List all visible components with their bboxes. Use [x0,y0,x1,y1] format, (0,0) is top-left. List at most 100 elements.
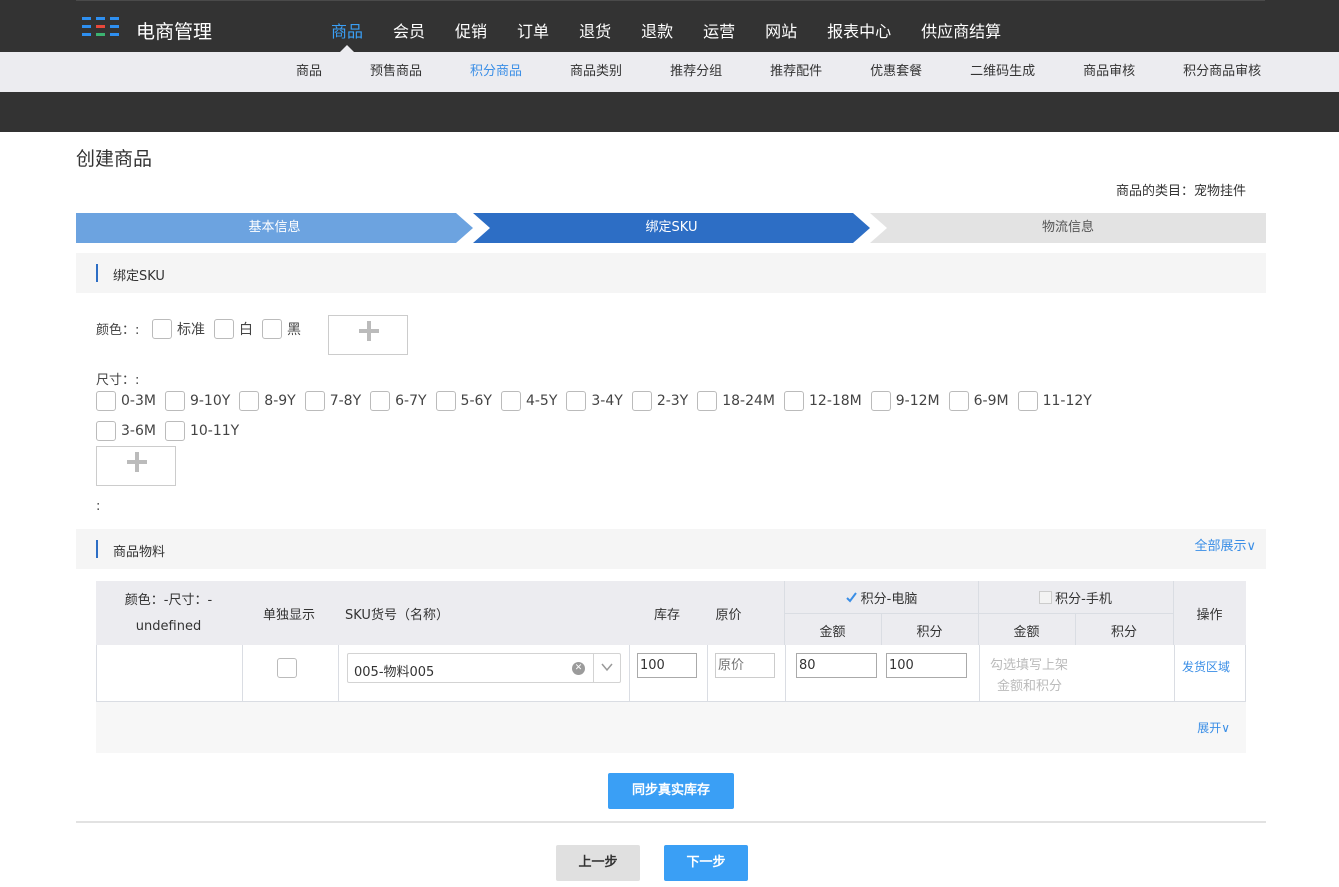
brand-name: 电商管理 [136,21,213,43]
color-options: 标准 白 黑 [152,319,310,339]
trailing-colon-label: : [96,499,101,514]
subnav-item-recommend-accessories[interactable]: 推荐配件 [746,52,846,92]
checkbox[interactable] [1039,591,1053,604]
size-options-row-1: 0-3M 9-10Y 8-9Y 7-8Y 6-7Y 5-6Y 4-5Y 3-4Y… [96,391,1101,411]
next-step-button[interactable]: 下一步 [664,845,748,881]
nav-item-members[interactable]: 会员 [378,0,440,52]
size-option[interactable]: 7-8Y [304,391,361,411]
nav-item-returns[interactable]: 退货 [564,0,626,52]
header-mobile-group: 积分-手机 [978,588,1173,607]
size-option[interactable]: 6-7Y [370,391,427,411]
section-accent-bar [96,264,98,282]
subnav-item-product-review[interactable]: 商品审核 [1059,52,1159,92]
subnav-item-points-review[interactable]: 积分商品审核 [1159,52,1285,92]
stock-input[interactable] [637,653,697,678]
checkbox[interactable] [262,319,282,339]
size-option[interactable]: 9-10Y [164,391,230,411]
header-spec-undefined: undefined [135,619,202,634]
chevron-down-icon[interactable] [601,661,613,673]
section-materials: 商品物料 全部展示∨ [76,529,1266,569]
checkbox[interactable] [304,391,325,411]
pc-amount-input[interactable] [796,653,877,678]
header-original-price: 原价 [715,608,742,623]
expand-link[interactable]: 展开∨ [1197,719,1230,736]
checkbox[interactable] [870,391,891,411]
checkbox[interactable] [435,391,456,411]
nav-item-refunds[interactable]: 退款 [626,0,688,52]
checkbox[interactable] [214,319,234,339]
add-color-button[interactable] [328,315,408,355]
size-option[interactable]: 6-9M [948,391,1009,411]
subnav-item-points-products[interactable]: 积分商品 [446,52,546,92]
checkbox[interactable] [500,391,521,411]
subnav-item-bundles[interactable]: 优惠套餐 [846,52,946,92]
size-option[interactable]: 3-6M [96,421,156,441]
subnav-item-presale[interactable]: 预售商品 [346,52,446,92]
size-option[interactable]: 0-3M [96,391,156,411]
size-option[interactable]: 2-3Y [631,391,688,411]
checkbox[interactable] [164,421,185,441]
header-pc-group: 积分-电脑 [784,588,978,607]
size-option[interactable]: 9-12M [870,391,940,411]
size-option[interactable]: 5-6Y [435,391,492,411]
size-option[interactable]: 4-5Y [500,391,557,411]
color-option[interactable]: 白 [214,319,253,339]
checkbox[interactable] [370,391,391,411]
subnav-item-qrcode[interactable]: 二维码生成 [946,52,1059,92]
section-bind-sku: 绑定SKU [76,253,1266,293]
mobile-hint-line2: 金额和积分 [997,679,1063,694]
shipping-region-link[interactable]: 发货区域 [1182,658,1230,675]
checkbox[interactable] [566,391,587,411]
checkbox[interactable] [948,391,969,411]
subnav-item-products[interactable]: 商品 [272,52,346,92]
color-option[interactable]: 标准 [152,319,205,339]
sync-stock-button[interactable]: 同步真实库存 [608,773,734,809]
nav-item-promotions[interactable]: 促销 [440,0,502,52]
checkbox[interactable] [239,391,260,411]
sub-nav-bar: 商品 预售商品 积分商品 商品类别 推荐分组 推荐配件 优惠套餐 二维码生成 商… [0,52,1339,92]
prev-step-button[interactable]: 上一步 [556,845,640,881]
table-footer: 展开∨ [96,702,1246,753]
step-indicator: 基本信息 绑定SKU 物流信息 [76,213,1266,243]
checkbox[interactable] [697,391,718,411]
original-price-input[interactable] [715,653,775,678]
checkbox[interactable] [96,421,116,441]
size-option[interactable]: 3-4Y [566,391,623,411]
nav-item-orders[interactable]: 订单 [502,0,564,52]
nav-item-website[interactable]: 网站 [750,0,812,52]
header-spec: 颜色：-尺寸：- [124,593,213,608]
section-accent-bar [96,540,98,558]
checkbox[interactable] [1017,391,1038,411]
size-option[interactable]: 10-11Y [164,421,239,441]
add-size-button[interactable] [96,446,176,486]
checkbox[interactable] [784,391,804,411]
checkbox[interactable] [96,391,116,411]
subnav-item-recommend-groups[interactable]: 推荐分组 [646,52,746,92]
size-option[interactable]: 8-9Y [239,391,296,411]
top-nav-bar: 电商管理 商品 会员 促销 订单 退货 退款 运营 网站 报表中心 供应商结算 [0,0,1339,52]
checkbox[interactable] [152,319,172,339]
size-option[interactable]: 11-12Y [1017,391,1092,411]
sku-select[interactable]: 005-物料005 ✕ [347,653,621,683]
pc-points-input[interactable] [886,653,967,678]
subnav-item-categories[interactable]: 商品类别 [546,52,646,92]
header-actions: 操作 [1196,608,1223,623]
header-mobile-points: 积分 [1110,625,1137,640]
clear-icon[interactable]: ✕ [572,662,585,675]
size-options-row-2: 3-6M 10-11Y [96,421,248,441]
checkmark-icon[interactable] [845,591,858,604]
nav-item-supplier-settlement[interactable]: 供应商结算 [906,0,1016,52]
color-option[interactable]: 黑 [262,319,301,339]
size-option[interactable]: 18-24M [697,391,775,411]
materials-table: 颜色：-尺寸：- undefined 单独显示 SKU货号（名称） 库存 原价 … [96,581,1246,753]
nav-item-products[interactable]: 商品 [316,0,378,52]
size-option[interactable]: 12-18M [784,391,862,411]
checkbox[interactable] [631,391,652,411]
single-display-checkbox[interactable] [277,658,297,678]
nav-item-operations[interactable]: 运营 [688,0,750,52]
checkbox[interactable] [164,391,185,411]
nav-item-reports[interactable]: 报表中心 [812,0,906,52]
page-title: 创建商品 [76,148,153,170]
step-basic-info: 基本信息 [76,213,473,243]
expand-all-link[interactable]: 全部展示∨ [1194,535,1256,554]
